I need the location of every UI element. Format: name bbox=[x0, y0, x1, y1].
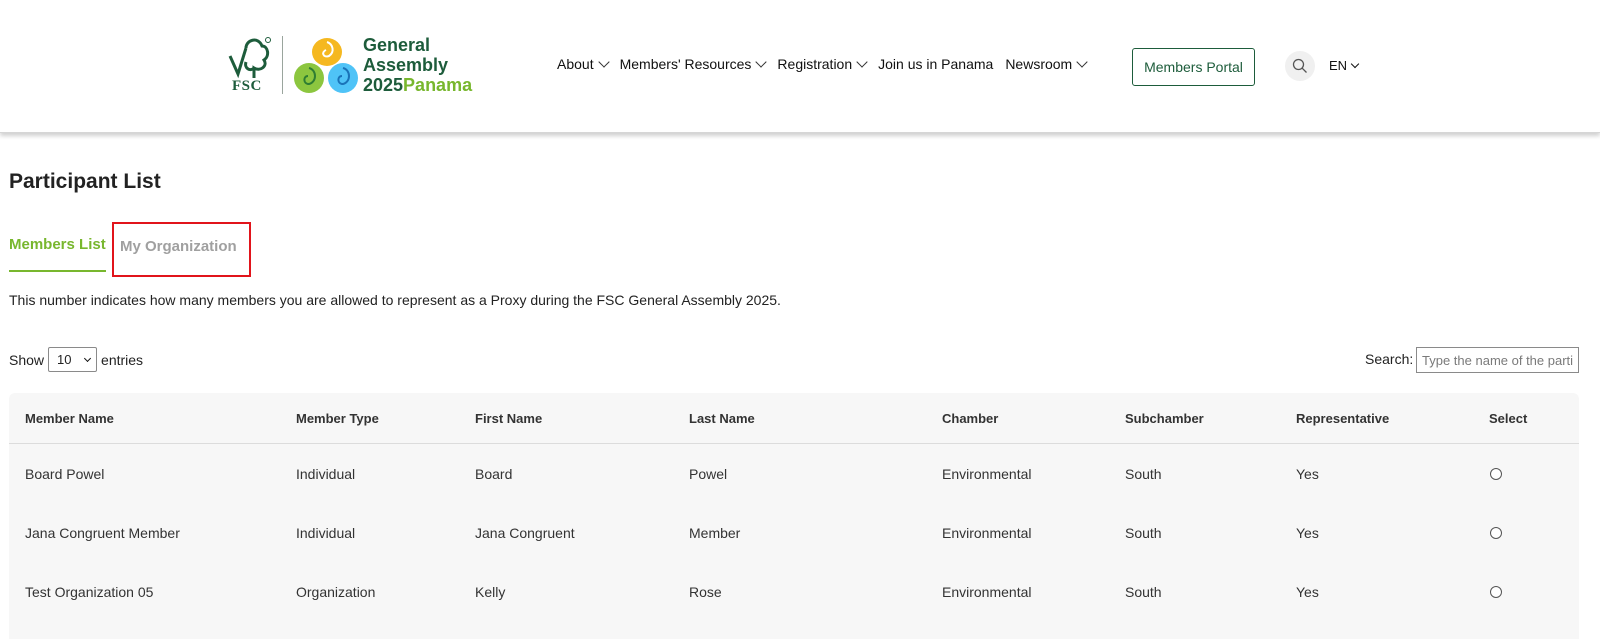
cell-representative: Yes bbox=[1296, 584, 1319, 600]
cell-first-name: Jana Congruent bbox=[475, 525, 575, 541]
show-label: Show bbox=[9, 351, 45, 368]
cell-representative: Yes bbox=[1296, 525, 1319, 541]
cell-last-name: Member bbox=[689, 525, 741, 541]
fsc-logo-text: FSC bbox=[232, 78, 262, 94]
search-label: Search: bbox=[1365, 351, 1414, 367]
cell-chamber: Environmental bbox=[942, 584, 1032, 600]
logo-line-1: General bbox=[363, 35, 431, 55]
column-header-last-name[interactable]: Last Name bbox=[689, 411, 755, 426]
site-header: FSC General Assembly 2025Panama About Me… bbox=[0, 0, 1600, 133]
select-radio[interactable] bbox=[1490, 527, 1502, 539]
cell-member-name: Board Powel bbox=[25, 466, 105, 482]
search-button[interactable] bbox=[1285, 51, 1315, 81]
table-row: Test Organization 05 Organization Kelly … bbox=[9, 562, 1579, 620]
fsc-tree-logo-icon: FSC bbox=[224, 34, 276, 96]
select-radio[interactable] bbox=[1490, 586, 1502, 598]
logo-year: 2025 bbox=[363, 75, 404, 95]
column-header-subchamber[interactable]: Subchamber bbox=[1125, 411, 1204, 426]
cell-chamber: Environmental bbox=[942, 466, 1032, 482]
site-logo[interactable]: FSC General Assembly 2025Panama bbox=[224, 34, 472, 96]
cell-first-name: Kelly bbox=[475, 584, 506, 600]
cell-member-type: Individual bbox=[296, 525, 356, 541]
search-input[interactable] bbox=[1416, 347, 1579, 373]
page-title: Participant List bbox=[9, 170, 161, 193]
entries-select-value: 10 bbox=[57, 352, 72, 367]
chevron-down-icon bbox=[597, 55, 610, 68]
column-header-chamber[interactable]: Chamber bbox=[942, 411, 998, 426]
nav-item-about[interactable]: About bbox=[557, 55, 610, 72]
nav-label: Join us in Panama bbox=[878, 56, 994, 72]
nav-label: Members' Resources bbox=[619, 56, 752, 72]
cell-member-type: Organization bbox=[296, 584, 376, 600]
cell-member-name: Test Organization 05 bbox=[25, 584, 154, 600]
general-assembly-logo-text: General Assembly 2025Panama bbox=[363, 35, 472, 95]
main-nav: About Members' Resources Registration Jo… bbox=[557, 55, 1098, 72]
nav-item-join-us-in-panama[interactable]: Join us in Panama bbox=[878, 56, 993, 72]
cell-subchamber: South bbox=[1125, 466, 1162, 482]
column-header-representative[interactable]: Representative bbox=[1296, 411, 1389, 426]
nav-label: About bbox=[557, 56, 594, 72]
logo-line-2: Assembly bbox=[363, 55, 449, 75]
select-radio[interactable] bbox=[1490, 468, 1502, 480]
cell-representative: Yes bbox=[1296, 466, 1319, 482]
language-selector[interactable]: EN bbox=[1329, 58, 1360, 73]
logo-divider bbox=[282, 36, 283, 94]
participants-table: Member Name Member Type First Name Last … bbox=[9, 393, 1579, 639]
cell-subchamber: South bbox=[1125, 525, 1162, 541]
general-assembly-leaves-icon bbox=[293, 34, 361, 96]
column-header-select: Select bbox=[1489, 411, 1528, 426]
chevron-down-icon bbox=[83, 354, 92, 363]
cell-last-name: Powel bbox=[689, 466, 728, 482]
cell-chamber: Environmental bbox=[942, 525, 1032, 541]
language-label: EN bbox=[1329, 58, 1348, 73]
cell-last-name: Rose bbox=[689, 584, 722, 600]
nav-item-registration[interactable]: Registration bbox=[777, 55, 868, 72]
column-header-first-name[interactable]: First Name bbox=[475, 411, 542, 426]
column-header-member-type[interactable]: Member Type bbox=[296, 411, 379, 426]
table-row: Jana Congruent Member Individual Jana Co… bbox=[9, 503, 1579, 561]
cell-first-name: Board bbox=[475, 466, 513, 482]
table-header-row: Member Name Member Type First Name Last … bbox=[9, 393, 1579, 444]
proxy-info-text: This number indicates how many members y… bbox=[9, 292, 781, 308]
members-portal-button[interactable]: Members Portal bbox=[1132, 48, 1255, 86]
chevron-down-icon bbox=[856, 55, 868, 68]
nav-item-members-resources[interactable]: Members' Resources bbox=[619, 55, 768, 72]
chevron-down-icon bbox=[1350, 59, 1360, 68]
table-row: Board Powel Individual Board Powel Envir… bbox=[9, 444, 1579, 502]
nav-label: Registration bbox=[777, 56, 853, 72]
entries-label: entries bbox=[101, 351, 144, 368]
nav-label: Newsroom bbox=[1005, 56, 1073, 72]
column-header-member-name[interactable]: Member Name bbox=[25, 411, 114, 426]
cell-member-name: Jana Congruent Member bbox=[25, 525, 180, 541]
chevron-down-icon bbox=[1076, 55, 1088, 68]
cell-member-type: Individual bbox=[296, 466, 356, 482]
tab-my-organization[interactable]: My Organization bbox=[112, 222, 251, 277]
search-icon bbox=[1292, 58, 1307, 73]
nav-item-newsroom[interactable]: Newsroom bbox=[1005, 55, 1088, 72]
entries-select[interactable]: 10 bbox=[48, 347, 98, 372]
cell-subchamber: South bbox=[1125, 584, 1162, 600]
tab-members-list[interactable]: Members List bbox=[9, 232, 106, 272]
entries-length-control: Show 10 entries bbox=[9, 347, 143, 372]
chevron-down-icon bbox=[755, 55, 768, 68]
logo-line-3: 2025Panama bbox=[363, 75, 472, 95]
logo-place: Panama bbox=[403, 75, 473, 95]
